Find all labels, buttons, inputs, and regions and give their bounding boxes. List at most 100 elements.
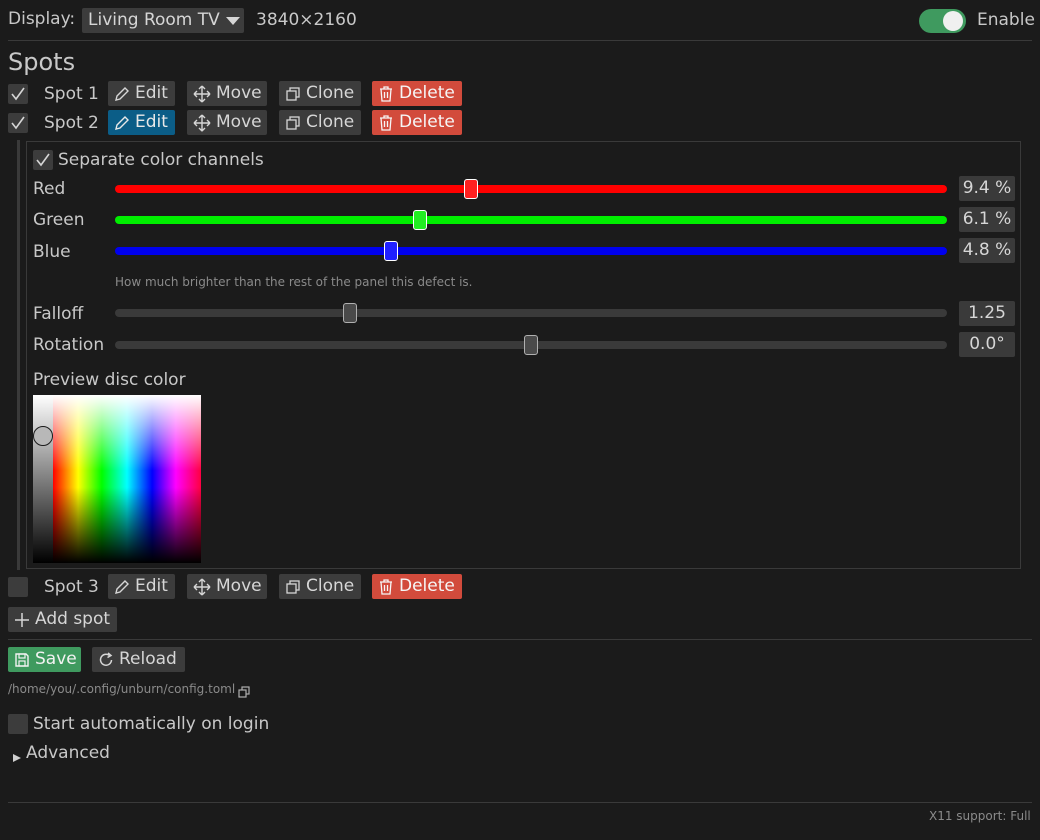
spot-2-label: Spot 2: [44, 113, 99, 133]
move-icon: [193, 578, 211, 596]
reload-icon: [98, 651, 114, 668]
clone-label: Clone: [306, 576, 355, 596]
spot-3-edit-button[interactable]: Edit: [108, 574, 175, 599]
edit-label: Edit: [135, 576, 168, 596]
separate-channels-label: Separate color channels: [58, 150, 264, 170]
spot-2-delete-button[interactable]: Delete: [372, 110, 462, 135]
x11-status: X11 support: Full: [929, 809, 1031, 823]
falloff-slider-handle[interactable]: [342, 303, 357, 323]
enable-label: Enable: [977, 10, 1035, 30]
pencil-icon: [114, 579, 130, 595]
save-label: Save: [35, 649, 77, 669]
lightness-strip[interactable]: [33, 395, 53, 563]
pencil-icon: [114, 86, 130, 102]
advanced-toggle[interactable]: Advanced: [26, 743, 110, 763]
section-divider: [8, 639, 1032, 640]
move-label: Move: [216, 112, 262, 132]
green-slider[interactable]: [115, 216, 947, 224]
red-slider[interactable]: [115, 185, 947, 193]
green-label: Green: [33, 210, 85, 230]
trash-icon: [378, 85, 394, 102]
clone-label: Clone: [306, 83, 355, 103]
config-path: /home/you/.config/unburn/config.toml: [8, 682, 236, 696]
pencil-icon: [114, 115, 130, 131]
header-divider: [8, 40, 1032, 41]
edit-label: Edit: [135, 83, 168, 103]
falloff-label: Falloff: [33, 304, 84, 324]
falloff-value[interactable]: 1.25: [959, 301, 1015, 326]
spot-3-move-button[interactable]: Move: [187, 574, 267, 599]
blue-value[interactable]: 4.8 %: [959, 238, 1015, 263]
brightness-hint: How much brighter than the rest of the p…: [115, 275, 473, 289]
clone-icon: [285, 86, 301, 102]
chevron-down-icon: [225, 16, 241, 26]
falloff-slider[interactable]: [115, 309, 947, 317]
trash-icon: [378, 578, 394, 595]
spot-3-checkbox[interactable]: [8, 577, 28, 597]
rotation-label: Rotation: [33, 335, 105, 355]
spot-1-delete-button[interactable]: Delete: [372, 81, 462, 106]
spot-1-edit-button[interactable]: Edit: [108, 81, 175, 106]
indent-bar: [17, 140, 20, 570]
triangle-right-icon[interactable]: [12, 748, 22, 768]
checkmark-icon: [11, 116, 25, 130]
blue-label: Blue: [33, 242, 71, 262]
enable-toggle[interactable]: [919, 9, 966, 33]
spot-3-label: Spot 3: [44, 577, 99, 597]
separate-channels-checkbox[interactable]: [33, 150, 53, 170]
display-dropdown[interactable]: Living Room TV: [82, 8, 244, 33]
spot-1-clone-button[interactable]: Clone: [279, 81, 361, 106]
move-label: Move: [216, 576, 262, 596]
autostart-label: Start automatically on login: [33, 714, 270, 734]
toggle-knob: [943, 11, 963, 31]
move-icon: [193, 114, 211, 132]
color-picker-area[interactable]: [53, 395, 201, 563]
display-label: Display:: [8, 9, 76, 29]
spot-2-checkbox[interactable]: [8, 113, 28, 133]
copy-icon[interactable]: [238, 683, 250, 703]
blue-slider-handle[interactable]: [384, 241, 399, 261]
display-dropdown-value: Living Room TV: [88, 10, 220, 30]
clone-icon: [285, 579, 301, 595]
clone-label: Clone: [306, 112, 355, 132]
spot-1-checkbox[interactable]: [8, 84, 28, 104]
blue-slider[interactable]: [115, 247, 947, 255]
floppy-disk-icon: [14, 652, 30, 668]
autostart-checkbox[interactable]: [8, 714, 28, 734]
add-spot-button[interactable]: Add spot: [8, 607, 117, 632]
delete-label: Delete: [399, 83, 455, 103]
spot-2-move-button[interactable]: Move: [187, 110, 267, 135]
move-label: Move: [216, 83, 262, 103]
trash-icon: [378, 114, 394, 131]
red-slider-handle[interactable]: [464, 179, 479, 199]
plus-icon: [14, 612, 30, 628]
display-resolution: 3840×2160: [256, 10, 357, 30]
checkmark-icon: [11, 87, 25, 101]
color-picker-cursor[interactable]: [33, 426, 53, 446]
spot-1-move-button[interactable]: Move: [187, 81, 267, 106]
reload-label: Reload: [119, 649, 177, 669]
spots-heading: Spots: [8, 48, 76, 76]
checkmark-icon: [36, 153, 50, 167]
status-divider: [8, 802, 1032, 803]
reload-button[interactable]: Reload: [92, 647, 185, 672]
add-spot-label: Add spot: [35, 609, 111, 629]
spot-1-label: Spot 1: [44, 84, 99, 104]
clone-icon: [285, 115, 301, 131]
green-value[interactable]: 6.1 %: [959, 207, 1015, 232]
save-button[interactable]: Save: [8, 647, 81, 672]
delete-label: Delete: [399, 112, 455, 132]
preview-color-label: Preview disc color: [33, 370, 186, 390]
spot-3-clone-button[interactable]: Clone: [279, 574, 361, 599]
move-icon: [193, 85, 211, 103]
rotation-slider-handle[interactable]: [524, 335, 538, 355]
delete-label: Delete: [399, 576, 455, 596]
red-label: Red: [33, 179, 66, 199]
spot-3-delete-button[interactable]: Delete: [372, 574, 462, 599]
edit-label: Edit: [135, 112, 168, 132]
green-slider-handle[interactable]: [412, 210, 427, 230]
rotation-value[interactable]: 0.0°: [959, 332, 1015, 357]
spot-2-edit-button[interactable]: Edit: [108, 110, 175, 135]
red-value[interactable]: 9.4 %: [959, 176, 1015, 201]
spot-2-clone-button[interactable]: Clone: [279, 110, 361, 135]
